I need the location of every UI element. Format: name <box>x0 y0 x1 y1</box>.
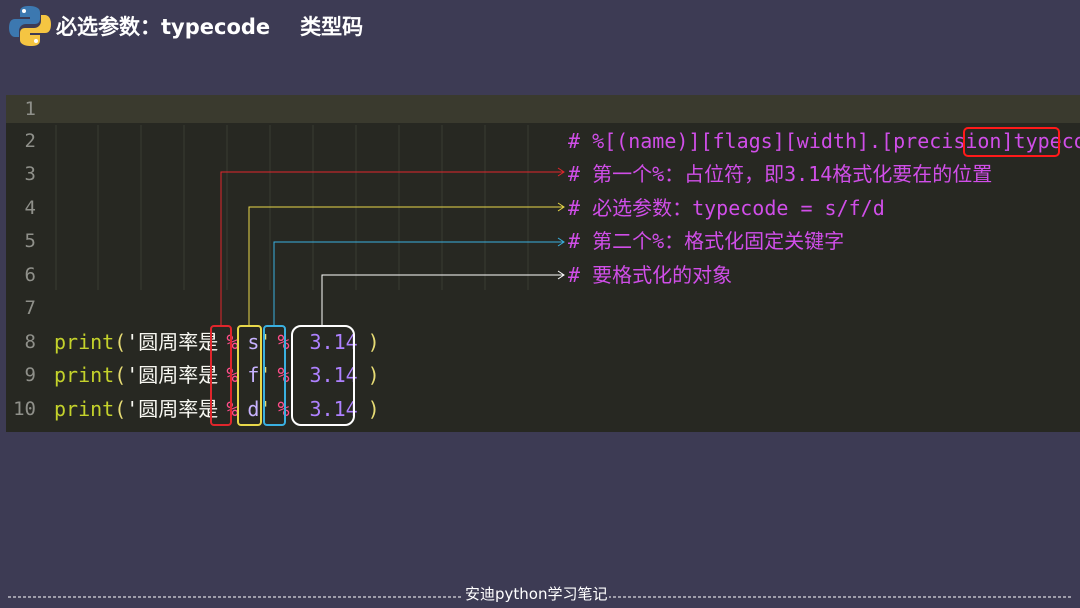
code-editor[interactable]: 1 2 3 4 5 6 7 8 9 10 # %[(name)][flags][… <box>6 95 1080 432</box>
footer-caption: 安迪python学习笔记 <box>463 583 610 605</box>
page-title: 必选参数：typecode <box>56 15 271 39</box>
python-logo-icon <box>9 6 51 46</box>
footer: 安迪python学习笔记 <box>0 583 1080 605</box>
page-subtitle: 类型码 <box>300 15 364 39</box>
annotation-arrows <box>220 167 565 325</box>
title-bar: 必选参数：typecode 类型码 <box>8 6 363 46</box>
